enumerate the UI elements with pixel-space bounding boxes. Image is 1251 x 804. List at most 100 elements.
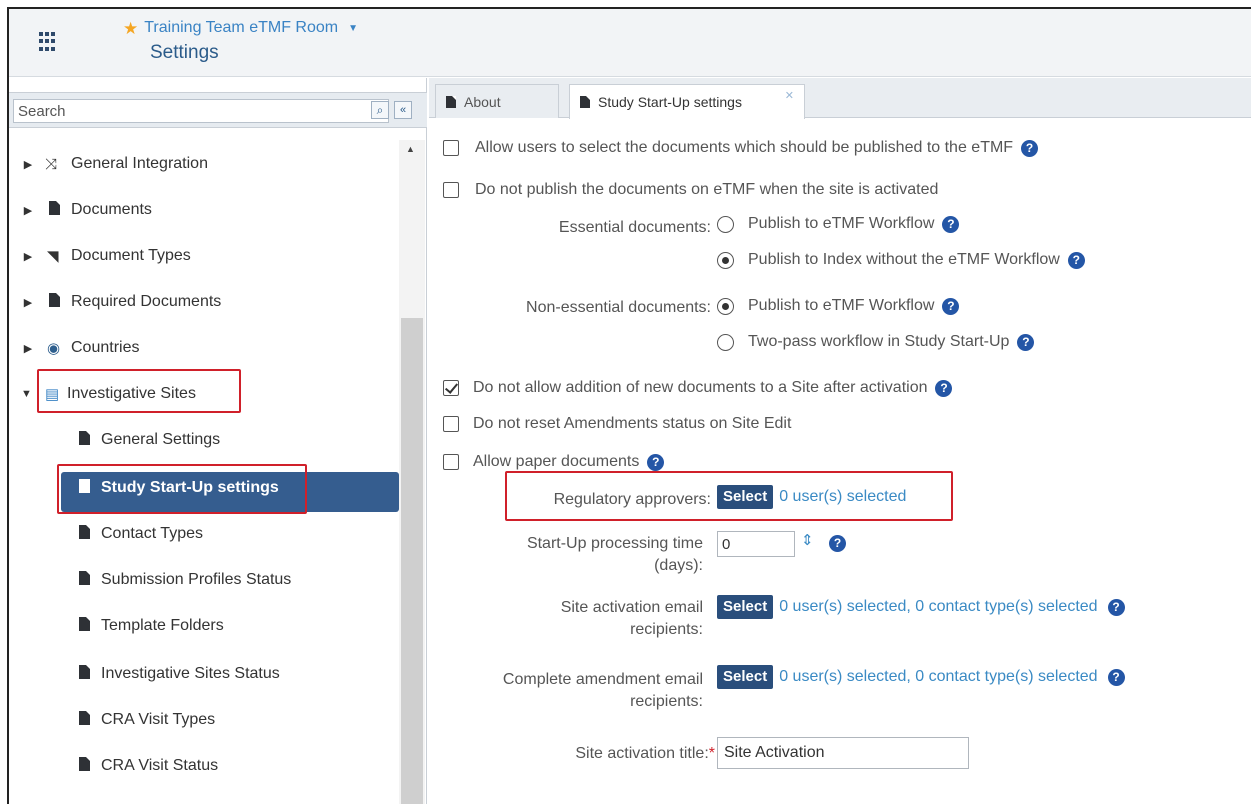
help-icon[interactable]: ? [942, 297, 960, 315]
setting-label: Allow users to select the documents whic… [475, 139, 1014, 156]
scroll-up-icon[interactable]: ▲ [406, 144, 415, 154]
setting-label: Allow paper documents [473, 453, 640, 470]
document-icon [79, 479, 90, 497]
expand-arrow-icon[interactable]: ▶ [23, 342, 33, 355]
app-header: ★ Training Team eTMF Room ▼ Settings [9, 9, 1251, 77]
spinner-icon[interactable]: ⇕ [801, 531, 814, 549]
activation-email-select-button[interactable]: Select [717, 595, 774, 619]
label-line: recipients: [630, 693, 703, 710]
tree-item-label: Submission Profiles Status [101, 571, 292, 588]
globe-icon: ◉ [47, 340, 61, 357]
activation-email-selection-link[interactable]: 0 user(s) selected, 0 contact type(s) se… [779, 598, 1097, 616]
tree-item-label: Document Types [71, 247, 191, 264]
tree-item-label: Required Documents [71, 293, 222, 310]
setting-no-addition: Do not allow addition of new documents t… [443, 379, 953, 397]
document-icon [580, 96, 590, 108]
regulatory-approvers-field: Select 0 user(s) selected [717, 485, 906, 509]
search-bar: ⌕ « [9, 92, 427, 128]
select-documents-checkbox[interactable] [443, 140, 459, 156]
document-icon [79, 571, 90, 589]
essential-option-index: Publish to Index without the eTMF Workfl… [717, 251, 1085, 269]
paper-documents-checkbox[interactable] [443, 454, 459, 470]
document-icon [79, 757, 90, 775]
scrollbar-thumb[interactable] [401, 318, 423, 804]
caret-down-icon: ▼ [348, 22, 358, 34]
option-label: Publish to eTMF Workflow [748, 297, 935, 314]
label-text: Site activation title: [575, 745, 709, 762]
expand-arrow-icon[interactable]: ▶ [23, 250, 33, 263]
non-essential-option-workflow: Publish to eTMF Workflow ? [717, 297, 960, 315]
help-icon[interactable]: ? [935, 379, 953, 397]
expand-arrow-icon[interactable]: ▶ [23, 204, 33, 217]
help-icon[interactable]: ? [829, 535, 846, 552]
settings-form: Allow users to select the documents whic… [429, 119, 1251, 804]
help-icon[interactable]: ? [1021, 139, 1039, 157]
star-icon[interactable]: ★ [123, 20, 138, 37]
no-addition-checkbox[interactable] [443, 380, 459, 396]
sites-icon: ▤ [45, 386, 60, 403]
app-window: ★ Training Team eTMF Room ▼ Settings ⌕ «… [7, 7, 1251, 804]
collapse-arrow-icon[interactable]: ▼ [21, 388, 32, 400]
expand-arrow-icon[interactable]: ▶ [23, 158, 33, 171]
tree-item-label: General Integration [71, 155, 208, 172]
no-reset-checkbox[interactable] [443, 416, 459, 432]
close-icon[interactable]: ✕ [785, 89, 794, 102]
processing-time-input[interactable] [717, 531, 795, 557]
required-mark: * [708, 745, 715, 762]
document-icon [49, 201, 60, 219]
tree-item-label: General Settings [101, 431, 221, 448]
shuffle-icon: ⤨ [45, 155, 58, 173]
tab-about[interactable]: About [435, 84, 559, 118]
document-icon [79, 617, 90, 635]
activation-title-label: Site activation title:* [469, 743, 715, 765]
setting-label: Do not reset Amendments status on Site E… [473, 415, 792, 432]
non-essential-documents-label: Non-essential documents: [526, 299, 711, 316]
collapse-panel-icon[interactable]: « [394, 101, 412, 119]
regulatory-select-button[interactable]: Select [717, 485, 774, 509]
help-icon[interactable]: ? [1067, 251, 1085, 269]
activation-email-label: Site activation email recipients: [469, 597, 703, 641]
help-icon[interactable]: ? [1017, 333, 1035, 351]
document-icon [79, 431, 90, 449]
document-icon [79, 665, 90, 683]
amendment-email-select-button[interactable]: Select [717, 665, 774, 689]
essential-workflow-radio[interactable] [717, 215, 734, 233]
help-icon[interactable]: ? [1107, 668, 1125, 686]
tab-label: About [464, 93, 501, 110]
tab-study-start-up-settings[interactable]: Study Start-Up settings ✕ [569, 84, 805, 119]
activation-email-field: Select 0 user(s) selected, 0 contact typ… [717, 595, 1125, 619]
search-input[interactable] [13, 99, 389, 123]
settings-sidebar: ⌕ « ▶ ⤨ General Integration ▶ Documents … [9, 78, 427, 804]
help-icon[interactable]: ? [1107, 598, 1125, 616]
essential-index-radio[interactable] [717, 251, 734, 269]
no-publish-checkbox[interactable] [443, 182, 459, 198]
help-icon[interactable]: ? [942, 215, 960, 233]
apps-grid-icon[interactable] [39, 32, 59, 52]
label-line: recipients: [630, 621, 703, 638]
option-label: Two-pass workflow in Study Start-Up [748, 333, 1010, 350]
regulatory-approvers-label: Regulatory approvers: [553, 491, 711, 508]
essential-option-workflow: Publish to eTMF Workflow ? [717, 215, 960, 233]
label-line: (days): [654, 557, 703, 574]
activation-title-input[interactable] [717, 737, 969, 769]
label-line: Complete amendment email [502, 671, 703, 688]
regulatory-selection-link[interactable]: 0 user(s) selected [779, 488, 906, 506]
non-essential-workflow-radio[interactable] [717, 297, 734, 315]
tree-item-label: Investigative Sites [67, 385, 196, 402]
setting-no-reset: Do not reset Amendments status on Site E… [443, 415, 791, 433]
setting-label: Do not allow addition of new documents t… [473, 379, 928, 396]
non-essential-two-pass-radio[interactable] [717, 333, 734, 351]
room-name: Training Team eTMF Room [144, 19, 339, 36]
search-icon[interactable]: ⌕ [371, 101, 389, 119]
amendment-email-field: Select 0 user(s) selected, 0 contact typ… [717, 665, 1125, 689]
help-icon[interactable]: ? [647, 453, 665, 471]
document-icon [79, 525, 90, 543]
document-icon [446, 95, 456, 108]
tab-label: Study Start-Up settings [598, 94, 742, 110]
sidebar-scrollbar[interactable]: ▲ [399, 140, 425, 804]
amendment-email-selection-link[interactable]: 0 user(s) selected, 0 contact type(s) se… [779, 668, 1097, 686]
tag-icon: ◥ [47, 248, 59, 265]
expand-arrow-icon[interactable]: ▶ [23, 296, 33, 309]
label-line: Start-Up processing time [526, 535, 703, 552]
room-selector[interactable]: ★ Training Team eTMF Room ▼ [123, 19, 358, 37]
